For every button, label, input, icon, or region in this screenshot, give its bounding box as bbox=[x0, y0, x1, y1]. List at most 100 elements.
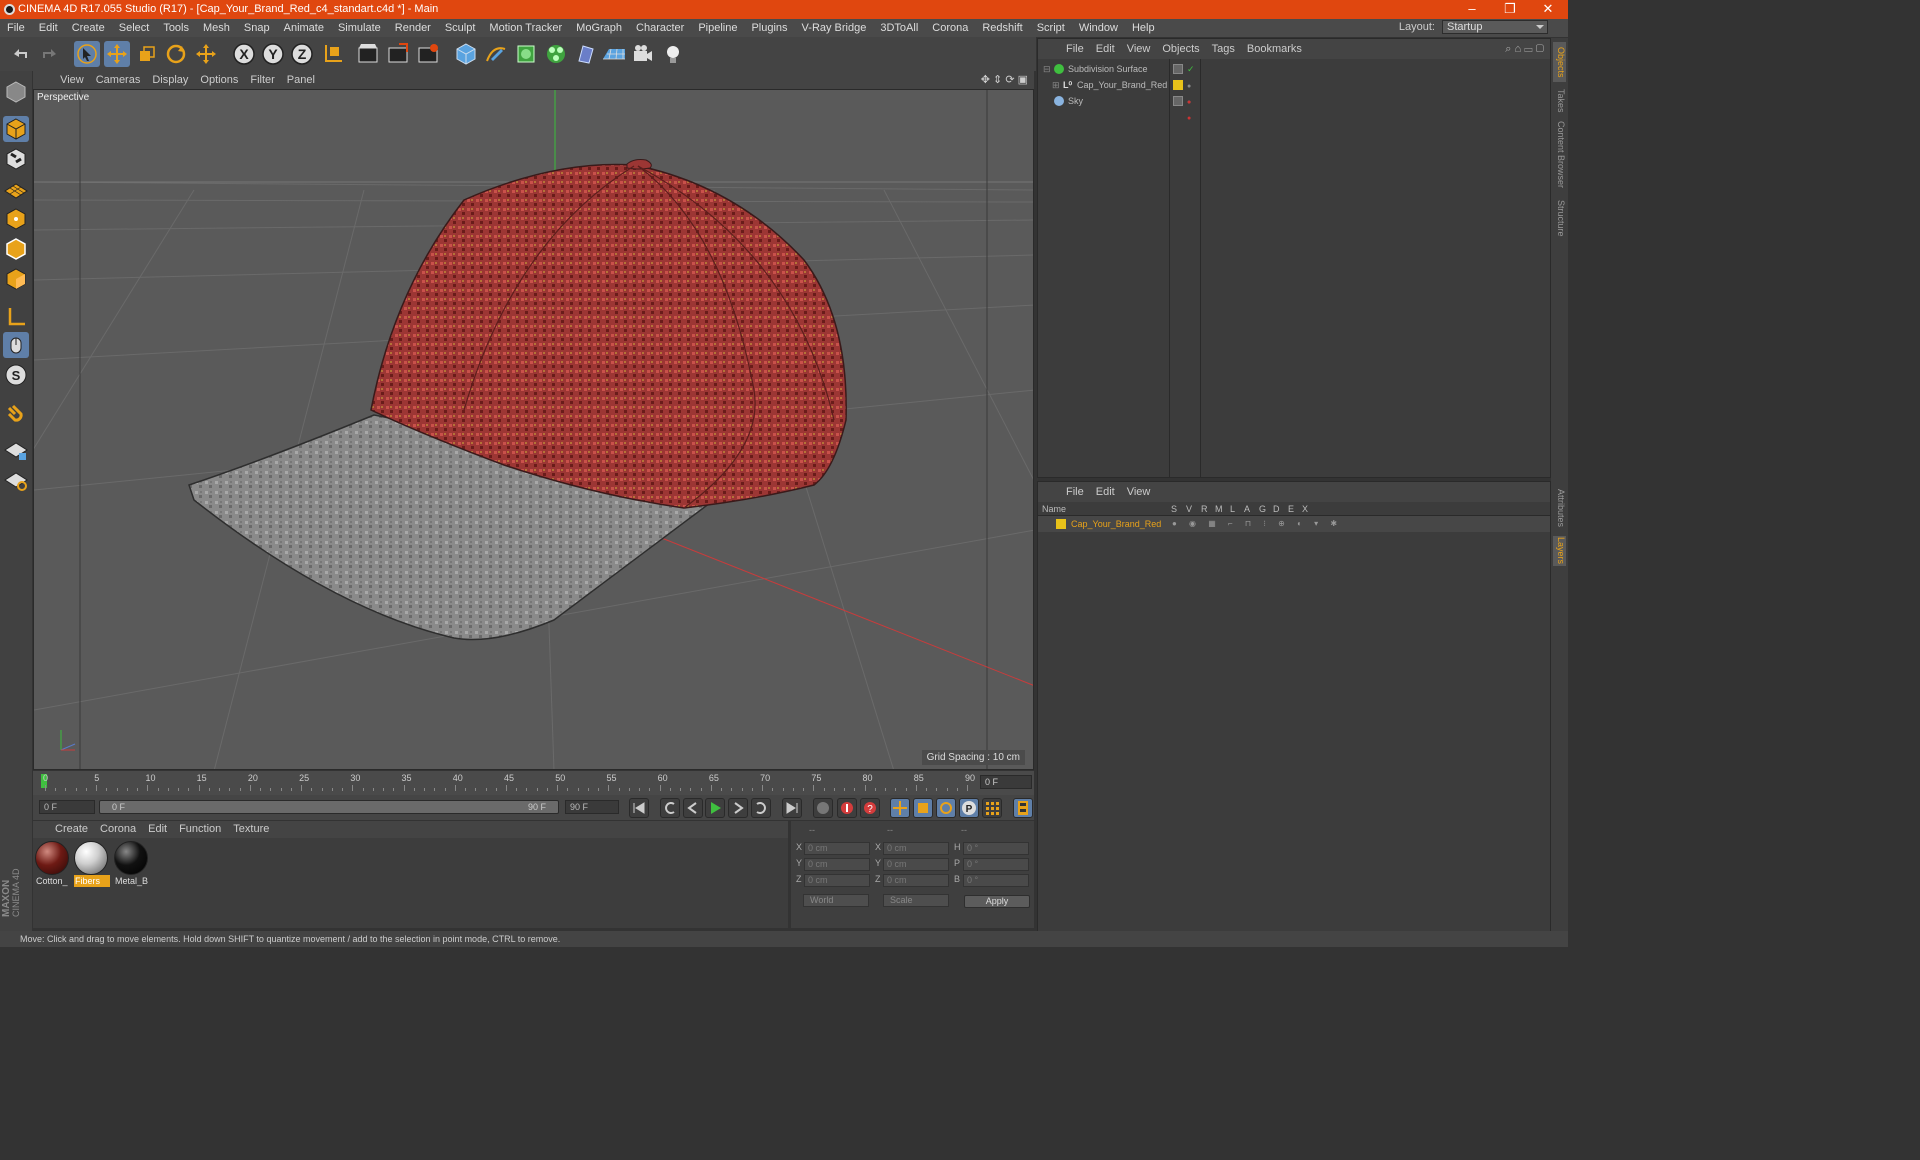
spline-pen-icon[interactable] bbox=[483, 41, 509, 67]
mograph-cloner-icon[interactable] bbox=[543, 41, 569, 67]
close-button[interactable]: ✕ bbox=[1530, 0, 1566, 19]
material-menu-edit[interactable]: Edit bbox=[142, 821, 173, 838]
material-menu-texture[interactable]: Texture bbox=[227, 821, 275, 838]
material-swatch[interactable]: Metal_B bbox=[114, 841, 150, 887]
tab-attributes[interactable]: Attributes bbox=[1553, 484, 1566, 532]
rotate-tool-icon[interactable] bbox=[163, 41, 189, 67]
menu-simulate[interactable]: Simulate bbox=[331, 19, 388, 37]
viewport-menu-view[interactable]: View bbox=[54, 71, 90, 89]
transform-mode-dropdown[interactable]: Scale bbox=[883, 894, 949, 907]
workplane-align-icon[interactable] bbox=[3, 467, 29, 493]
layer-color-icon[interactable] bbox=[1173, 80, 1183, 90]
camera-icon[interactable] bbox=[630, 41, 656, 67]
menu-select[interactable]: Select bbox=[112, 19, 157, 37]
cube-object-icon[interactable] bbox=[453, 41, 479, 67]
make-editable-icon[interactable] bbox=[3, 79, 29, 105]
om-menu-tags[interactable]: Tags bbox=[1206, 39, 1241, 59]
end-frame-field[interactable]: 90 F bbox=[565, 800, 619, 814]
deformer-icon[interactable] bbox=[573, 41, 599, 67]
frame-range-slider[interactable]: 0 F 90 F bbox=[99, 800, 559, 814]
start-frame-field[interactable]: 0 F bbox=[39, 800, 95, 814]
tab-layers[interactable]: Layers bbox=[1553, 536, 1566, 566]
menu-motion-tracker[interactable]: Motion Tracker bbox=[482, 19, 569, 37]
next-frame-icon[interactable] bbox=[728, 798, 748, 818]
render-view-icon[interactable] bbox=[355, 41, 381, 67]
position-y-field[interactable]: 0 cm bbox=[804, 858, 870, 871]
size-z-field[interactable]: 0 cm bbox=[883, 874, 949, 887]
3d-viewport[interactable]: Perspective Grid Spacing : 10 cm bbox=[33, 89, 1034, 770]
layer-flag-icons[interactable]: ● ◉ ▦ ⌐ ⊓ ⁝ ⊕ ◐ ▾ ✱ bbox=[1172, 516, 1342, 532]
menu-pipeline[interactable]: Pipeline bbox=[691, 19, 744, 37]
workplane-lock-icon[interactable] bbox=[3, 437, 29, 463]
object-row-cap[interactable]: ⊞ L⁰ Cap_Your_Brand_Red ● ● bbox=[1038, 77, 1550, 106]
menu-tools[interactable]: Tools bbox=[156, 19, 196, 37]
om-menu-edit[interactable]: Edit bbox=[1090, 39, 1121, 59]
layer-row[interactable]: Cap_Your_Brand_Red ● ◉ ▦ ⌐ ⊓ ⁝ ⊕ ◐ ▾ ✱ bbox=[1038, 516, 1550, 532]
floor-scene-icon[interactable] bbox=[601, 41, 627, 67]
workplane-mode-icon[interactable] bbox=[3, 176, 29, 202]
position-x-field[interactable]: 0 cm bbox=[804, 842, 870, 855]
material-swatch-selected[interactable]: Fibers bbox=[74, 841, 110, 887]
menu-sculpt[interactable]: Sculpt bbox=[438, 19, 483, 37]
coordinate-mode-dropdown[interactable]: World bbox=[803, 894, 869, 907]
om-menu-bookmarks[interactable]: Bookmarks bbox=[1241, 39, 1308, 59]
menu-mesh[interactable]: Mesh bbox=[196, 19, 237, 37]
lm-menu-view[interactable]: View bbox=[1121, 482, 1157, 502]
menu-redshift[interactable]: Redshift bbox=[975, 19, 1029, 37]
visibility-dots-icon[interactable]: ● ● bbox=[1187, 95, 1191, 127]
material-menu-function[interactable]: Function bbox=[173, 821, 227, 838]
menu-script[interactable]: Script bbox=[1030, 19, 1072, 37]
menu-edit[interactable]: Edit bbox=[32, 19, 65, 37]
apply-button[interactable]: Apply bbox=[964, 895, 1030, 908]
restore-button[interactable]: ❐ bbox=[1492, 0, 1528, 19]
keyframe-selection-icon[interactable]: ? bbox=[860, 798, 880, 818]
layer-tag-icon[interactable] bbox=[1173, 96, 1183, 106]
timeline-ruler[interactable]: 0 5 10 15 20 25 30 35 40 45 50 55 60 65 70 75 80 85 90 0 F bbox=[33, 771, 1034, 795]
snap-s-icon[interactable]: S bbox=[3, 362, 29, 388]
viewport-navigation-icons[interactable]: ✥ ⇕ ⟳ ▣ bbox=[981, 71, 1028, 89]
menu-vray-bridge[interactable]: V-Ray Bridge bbox=[795, 19, 874, 37]
object-row-subdivision[interactable]: ⊟ Subdivision Surface ✓ bbox=[1038, 61, 1550, 77]
previous-keyframe-icon[interactable] bbox=[660, 798, 680, 818]
render-picture-viewer-icon[interactable] bbox=[385, 41, 411, 67]
menu-plugins[interactable]: Plugins bbox=[744, 19, 794, 37]
axis-mode-icon[interactable] bbox=[3, 304, 29, 330]
go-to-end-icon[interactable] bbox=[782, 798, 802, 818]
enabled-check-icon[interactable]: ✓ bbox=[1187, 61, 1195, 77]
y-axis-lock-icon[interactable]: Y bbox=[260, 41, 286, 67]
om-search-home-icons[interactable]: ⌕ ⌂ ▭ ▢ bbox=[1505, 39, 1544, 59]
om-menu-view[interactable]: View bbox=[1121, 39, 1157, 59]
menu-mograph[interactable]: MoGraph bbox=[569, 19, 629, 37]
texture-mode-icon[interactable] bbox=[3, 146, 29, 172]
key-parameter-icon[interactable]: P bbox=[959, 798, 979, 818]
menu-window[interactable]: Window bbox=[1072, 19, 1125, 37]
viewport-menu-display[interactable]: Display bbox=[146, 71, 194, 89]
om-menu-objects[interactable]: Objects bbox=[1156, 39, 1205, 59]
viewport-menu-panel[interactable]: Panel bbox=[281, 71, 321, 89]
move-tool-icon[interactable] bbox=[104, 41, 130, 67]
layout-dropdown[interactable]: Startup bbox=[1442, 20, 1548, 34]
lm-menu-edit[interactable]: Edit bbox=[1090, 482, 1121, 502]
render-settings-icon[interactable] bbox=[415, 41, 441, 67]
points-mode-icon[interactable] bbox=[3, 206, 29, 232]
tab-content-browser[interactable]: Content Browser bbox=[1553, 120, 1566, 190]
record-keys-icon[interactable] bbox=[813, 798, 833, 818]
live-selection-icon[interactable] bbox=[74, 41, 100, 67]
go-to-start-icon[interactable] bbox=[629, 798, 649, 818]
undo-icon[interactable] bbox=[8, 41, 34, 67]
tweak-mode-icon[interactable] bbox=[3, 332, 29, 358]
polygons-mode-icon[interactable] bbox=[3, 266, 29, 292]
rotation-b-field[interactable]: 0 ° bbox=[963, 874, 1029, 887]
menu-snap[interactable]: Snap bbox=[237, 19, 277, 37]
key-point-level-icon[interactable] bbox=[982, 798, 1002, 818]
size-x-field[interactable]: 0 cm bbox=[883, 842, 949, 855]
material-menu-corona[interactable]: Corona bbox=[94, 821, 142, 838]
transform-tool-icon[interactable] bbox=[193, 41, 219, 67]
viewport-menu-cameras[interactable]: Cameras bbox=[90, 71, 147, 89]
menu-3dtoall[interactable]: 3DToAll bbox=[873, 19, 925, 37]
om-menu-file[interactable]: File bbox=[1060, 39, 1090, 59]
menu-create[interactable]: Create bbox=[65, 19, 112, 37]
scale-tool-icon[interactable] bbox=[134, 41, 160, 67]
coordinate-system-icon[interactable] bbox=[320, 41, 346, 67]
redo-icon[interactable] bbox=[36, 41, 62, 67]
